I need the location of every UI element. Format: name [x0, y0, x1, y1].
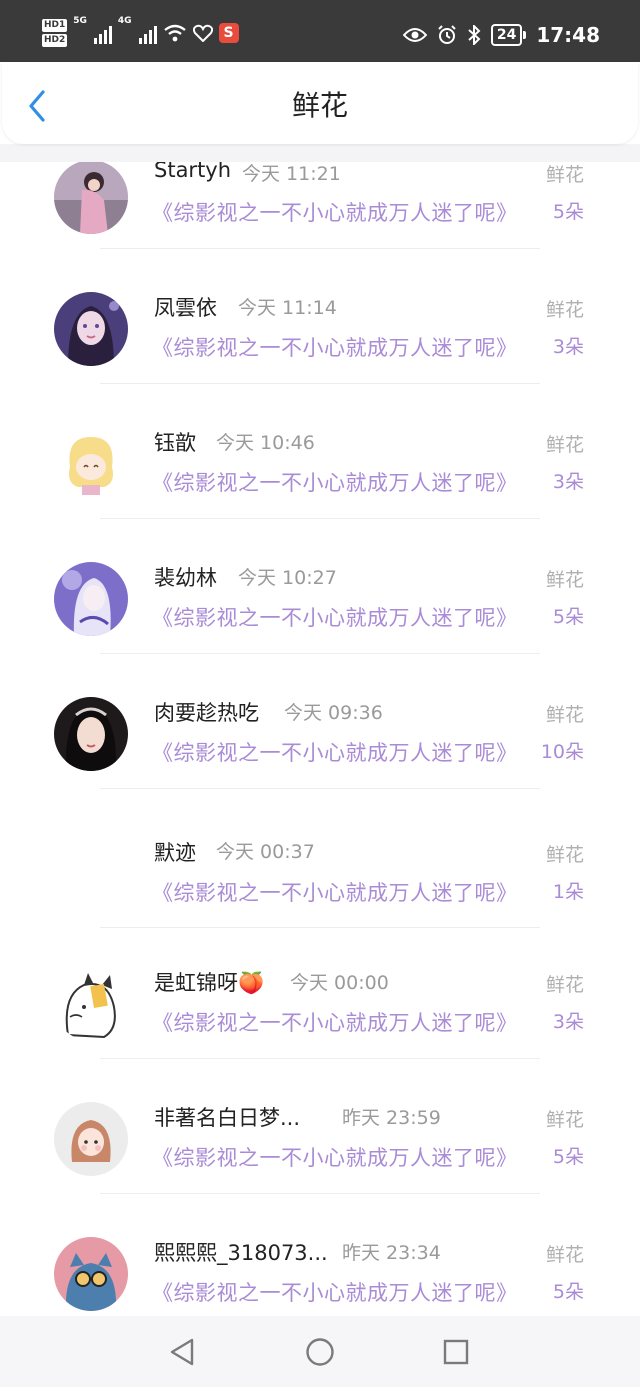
- hd-indicator: HD1 HD2: [42, 19, 68, 47]
- avatar[interactable]: [54, 427, 128, 501]
- gift-count: 5朵: [552, 1281, 584, 1303]
- nav-home-button[interactable]: [304, 1336, 336, 1368]
- eye-icon: [402, 28, 427, 42]
- gift-type-label: 鲜花: [545, 164, 584, 186]
- battery-icon: 24: [490, 24, 527, 46]
- username: 裴幼林: [154, 566, 217, 590]
- nav-back-button[interactable]: [166, 1336, 198, 1368]
- row-divider: [100, 653, 540, 654]
- row-divider: [100, 383, 540, 384]
- status-bar: HD1 HD2 5G 4G S 24 17:48: [0, 0, 640, 62]
- send-time: 昨天 23:34: [342, 1242, 441, 1264]
- row-divider: [100, 927, 540, 928]
- send-time: 今天 09:36: [284, 702, 383, 724]
- gift-count: 1朵: [552, 881, 584, 903]
- username: 肉要趁热吃: [154, 701, 259, 725]
- list-item[interactable]: 默迹 今天 00:37 《综影视之一不小心就成万人迷了呢》 鲜花 1朵: [0, 813, 640, 948]
- book-title-link[interactable]: 《综影视之一不小心就成万人迷了呢》: [152, 1007, 518, 1037]
- username: 默迹: [154, 841, 196, 865]
- list-item[interactable]: 是虹锦呀🍑 今天 00:00 《综影视之一不小心就成万人迷了呢》 鲜花 3朵: [0, 948, 640, 1083]
- network-4g-label: 4G: [117, 16, 132, 26]
- system-navigation-bar: [0, 1316, 640, 1387]
- avatar[interactable]: [54, 1237, 128, 1311]
- username: 熙熙熙_318073...: [154, 1241, 328, 1265]
- circle-home-icon: [306, 1338, 334, 1366]
- book-title-link[interactable]: 《综影视之一不小心就成万人迷了呢》: [152, 737, 518, 767]
- send-time: 今天 11:14: [238, 297, 337, 319]
- send-time: 今天 10:46: [216, 432, 315, 454]
- send-time: 今天 00:37: [216, 841, 315, 863]
- hd1-badge: HD1: [42, 19, 68, 32]
- row-divider: [100, 1193, 540, 1194]
- alarm-icon: [438, 25, 456, 44]
- username: 凤雲依: [154, 296, 217, 320]
- list-item[interactable]: 凤雲依 今天 11:14 《综影视之一不小心就成万人迷了呢》 鲜花 3朵: [0, 273, 640, 408]
- app-notification-icon: S: [218, 23, 239, 43]
- avatar[interactable]: [54, 562, 128, 636]
- avatar[interactable]: [54, 160, 128, 234]
- gift-count: 3朵: [552, 1011, 584, 1033]
- username: 是虹锦呀🍑: [154, 971, 265, 995]
- gift-count: 5朵: [552, 1146, 584, 1168]
- network-5g-label: 5G: [73, 16, 87, 26]
- send-time: 昨天 23:59: [342, 1107, 441, 1129]
- book-title-link[interactable]: 《综影视之一不小心就成万人迷了呢》: [152, 1142, 518, 1172]
- book-title-link[interactable]: 《综影视之一不小心就成万人迷了呢》: [152, 602, 518, 632]
- row-divider: [100, 1058, 540, 1059]
- triangle-back-icon: [170, 1338, 194, 1366]
- square-recent-icon: [443, 1339, 469, 1365]
- list-item[interactable]: 钰歆 今天 10:46 《综影视之一不小心就成万人迷了呢》 鲜花 3朵: [0, 408, 640, 543]
- list-item[interactable]: Startyh 今天 11:21 《综影视之一不小心就成万人迷了呢》 鲜花 5朵: [0, 144, 640, 273]
- username: 非著名白日梦...: [154, 1106, 301, 1130]
- gift-type-label: 鲜花: [545, 299, 584, 321]
- avatar[interactable]: [54, 967, 128, 1041]
- nav-recent-button[interactable]: [440, 1336, 472, 1368]
- clock-time: 17:48: [536, 23, 600, 47]
- send-time: 今天 10:27: [238, 567, 337, 589]
- send-time: 今天 11:21: [242, 163, 341, 185]
- list-item[interactable]: 熙熙熙_318073... 昨天 23:34 《综影视之一不小心就成万人迷了呢》…: [0, 1218, 640, 1316]
- list-item[interactable]: 肉要趁热吃 今天 09:36 《综影视之一不小心就成万人迷了呢》 鲜花 10朵: [0, 678, 640, 813]
- gift-type-label: 鲜花: [545, 434, 584, 456]
- avatar[interactable]: [54, 832, 128, 906]
- book-title-link[interactable]: 《综影视之一不小心就成万人迷了呢》: [152, 467, 518, 497]
- row-divider: [100, 248, 540, 249]
- avatar[interactable]: [54, 1102, 128, 1176]
- flower-list[interactable]: Startyh 今天 11:21 《综影视之一不小心就成万人迷了呢》 鲜花 5朵…: [0, 144, 640, 1316]
- avatar[interactable]: [54, 292, 128, 366]
- gift-count: 10朵: [540, 741, 584, 763]
- gift-count: 3朵: [552, 471, 584, 493]
- gift-type-label: 鲜花: [545, 1244, 584, 1266]
- scroll-shadow: [0, 144, 640, 162]
- row-divider: [100, 788, 540, 789]
- gift-type-label: 鲜花: [545, 844, 584, 866]
- list-item[interactable]: 非著名白日梦... 昨天 23:59 《综影视之一不小心就成万人迷了呢》 鲜花 …: [0, 1083, 640, 1218]
- gift-count: 3朵: [552, 336, 584, 358]
- book-title-link[interactable]: 《综影视之一不小心就成万人迷了呢》: [152, 197, 518, 227]
- app-header: 鲜花: [2, 62, 638, 144]
- row-divider: [100, 518, 540, 519]
- avatar[interactable]: [54, 697, 128, 771]
- page-title: 鲜花: [291, 89, 348, 122]
- status-right: 24 17:48: [402, 18, 600, 52]
- username: 钰歆: [154, 431, 196, 455]
- book-title-link[interactable]: 《综影视之一不小心就成万人迷了呢》: [152, 332, 518, 362]
- gift-count: 5朵: [552, 201, 584, 223]
- bluetooth-icon: [468, 25, 481, 45]
- signal-strength-icon: [138, 22, 157, 44]
- gift-count: 5朵: [552, 606, 584, 628]
- gift-type-label: 鲜花: [545, 974, 584, 996]
- gift-type-label: 鲜花: [545, 704, 584, 726]
- gift-type-label: 鲜花: [545, 1109, 584, 1131]
- hd2-badge: HD2: [42, 34, 68, 47]
- signal-strength-icon: [93, 22, 112, 44]
- heart-icon: [192, 24, 213, 42]
- gift-type-label: 鲜花: [545, 569, 584, 591]
- send-time: 今天 00:00: [290, 972, 389, 994]
- status-left: HD1 HD2 5G 4G S: [42, 16, 239, 50]
- book-title-link[interactable]: 《综影视之一不小心就成万人迷了呢》: [152, 877, 518, 907]
- wifi-icon: [163, 24, 186, 42]
- list-item[interactable]: 裴幼林 今天 10:27 《综影视之一不小心就成万人迷了呢》 鲜花 5朵: [0, 543, 640, 678]
- book-title-link[interactable]: 《综影视之一不小心就成万人迷了呢》: [152, 1277, 518, 1307]
